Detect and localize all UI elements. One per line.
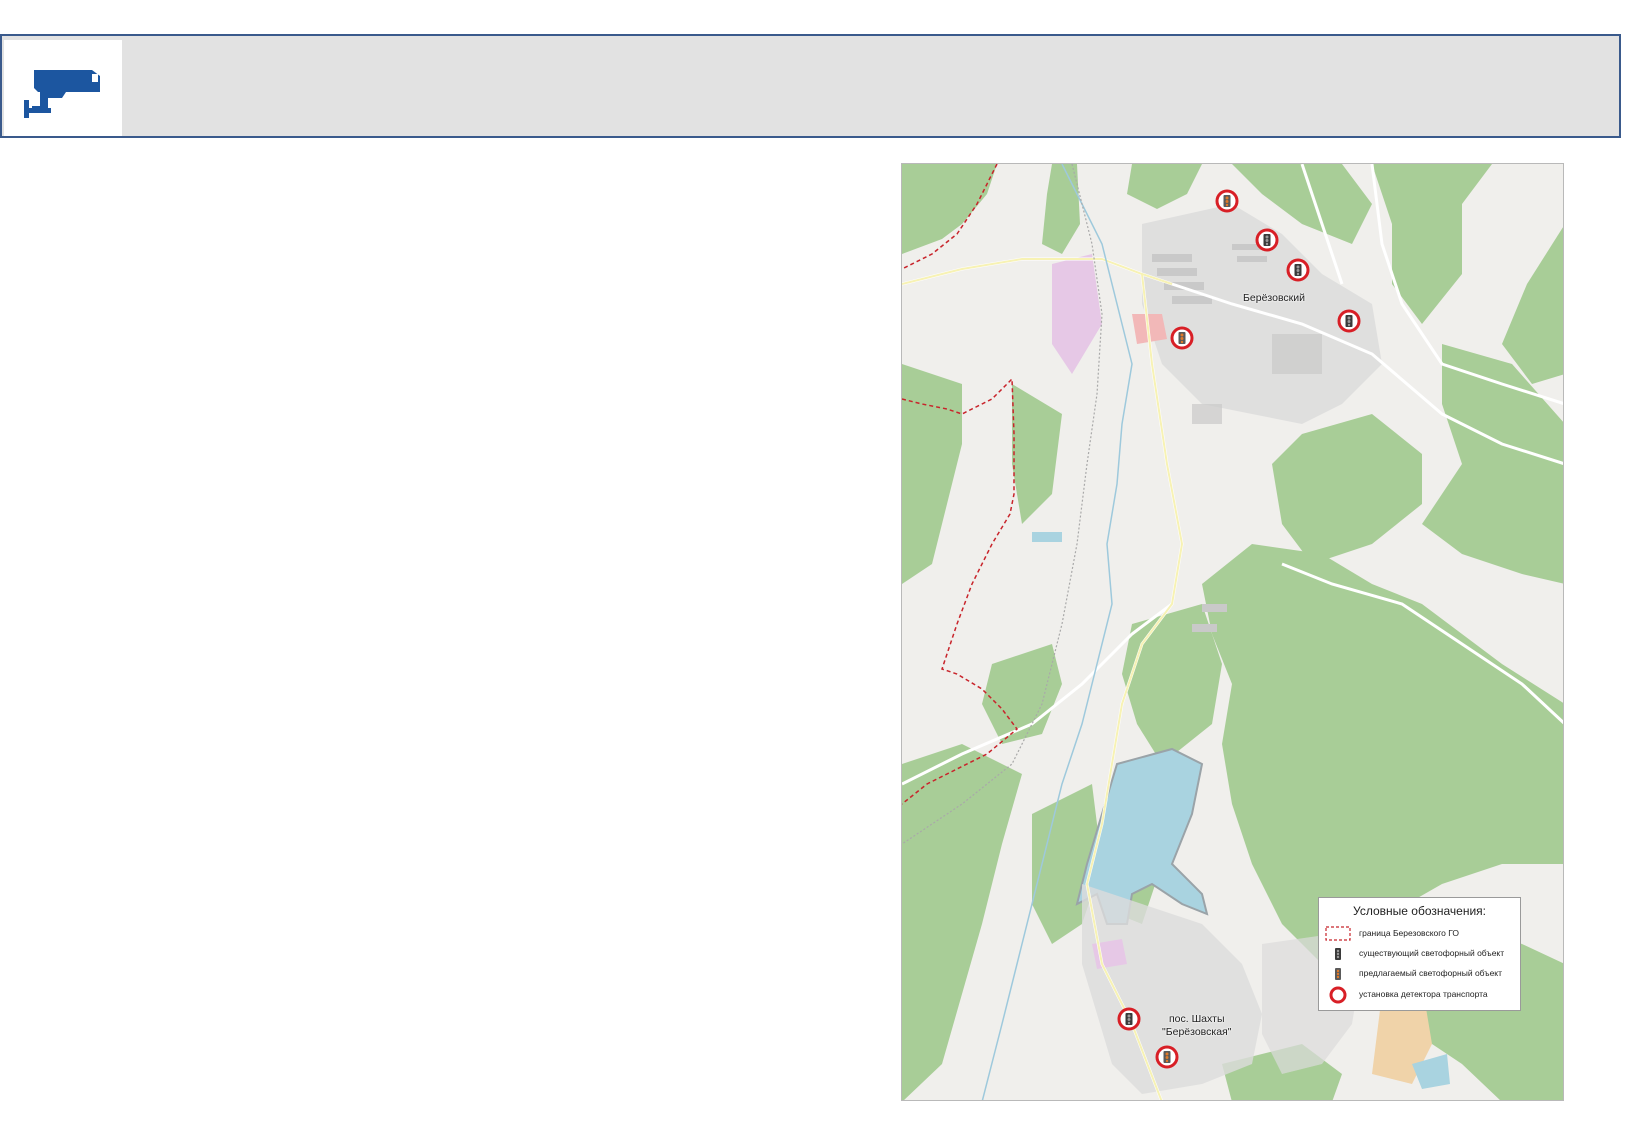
traffic-light-marker[interactable] [1215,189,1239,213]
traffic-light-marker[interactable] [1337,309,1361,333]
header-icon-box [4,40,122,136]
header-bar [0,34,1621,138]
map-legend: Условные обозначения: граница Березовско… [1318,897,1521,1011]
legend-row-detector: установка детектора транспорта [1319,986,1520,1004]
legend-label: предлагаемый светофорный объект [1359,968,1503,978]
detector-ring-icon [1329,986,1347,1004]
legend-row-proposed: предлагаемый светофорный объект [1319,965,1520,983]
legend-label: существующий светофорный объект [1359,948,1505,958]
traffic-light-existing-icon [1335,948,1341,960]
traffic-light-marker[interactable] [1170,326,1194,350]
legend-label: граница Березовского ГО [1359,928,1460,938]
surveillance-camera-icon [24,70,100,118]
legend-row-existing: существующий светофорный объект [1319,945,1520,963]
legend-title: Условные обозначения: [1353,904,1486,918]
traffic-light-marker[interactable] [1155,1045,1179,1069]
place-label-berezovsky: Берёзовский [1243,292,1305,304]
traffic-light-proposed-icon [1335,968,1341,980]
boundary-dashed-line-icon [1325,926,1351,941]
map-panel[interactable]: Берёзовский пос. Шахты "Берёзовская" Усл… [901,163,1564,1101]
legend-label: установка детектора транспорта [1359,989,1488,999]
traffic-light-marker[interactable] [1286,258,1310,282]
traffic-light-marker[interactable] [1117,1007,1141,1031]
traffic-light-marker[interactable] [1255,228,1279,252]
place-label-shakhty: пос. Шахты "Берёзовская" [1162,1013,1232,1038]
legend-row-boundary: граница Березовского ГО [1319,925,1520,943]
